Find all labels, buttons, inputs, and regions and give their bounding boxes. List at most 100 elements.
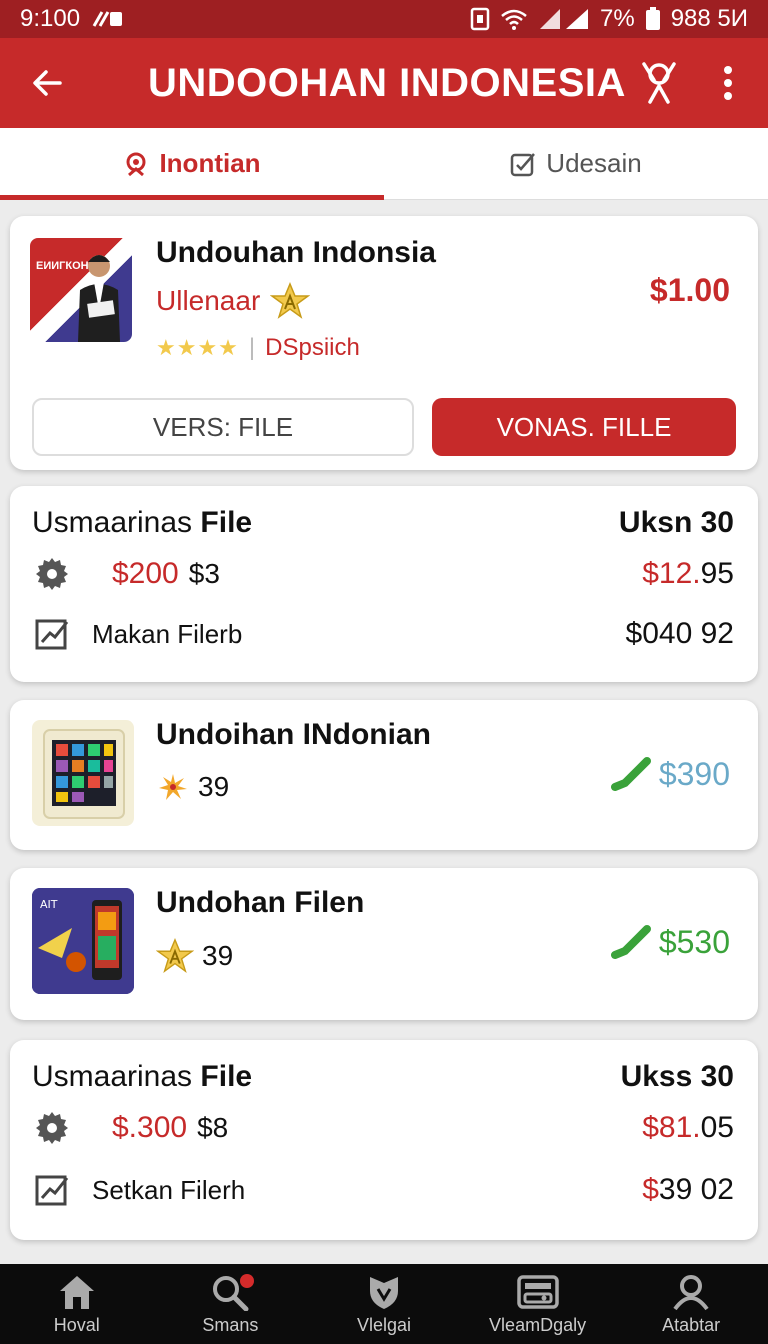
- summary-title-plain: Usmaarinas: [32, 1060, 193, 1093]
- app-price-value: $530: [658, 924, 730, 960]
- summary-row-file: Makan Filerb $040 92: [32, 614, 734, 654]
- star-badge-icon: [156, 938, 194, 973]
- nav-item-home[interactable]: Hoval: [0, 1264, 154, 1344]
- badge-icon: [126, 152, 146, 176]
- battery-percent: 7%: [600, 5, 635, 32]
- app-price-value: $390: [658, 756, 730, 792]
- check-icon: [610, 756, 651, 791]
- summary-amount-black: 05: [700, 1111, 734, 1144]
- featured-rating: ★★★★ | DSpsiich: [156, 334, 360, 362]
- notification-badge: [240, 1274, 255, 1288]
- summary-amount-red: $12.: [642, 557, 701, 590]
- check-icon: [610, 924, 651, 959]
- sim-icon: [470, 7, 490, 31]
- battery-icon: [645, 7, 660, 30]
- vonas-fille-button[interactable]: VONAS. FILLE: [432, 398, 736, 456]
- summary-red-price: $200: [112, 557, 179, 590]
- profile-icon: [673, 1274, 709, 1310]
- summary-count: Ukss 30: [620, 1060, 734, 1093]
- shield-icon: [369, 1276, 398, 1309]
- app-count-value: 39: [202, 940, 234, 971]
- summary-black-price: $8: [197, 1112, 229, 1143]
- tab-udesain[interactable]: Udesain: [384, 128, 768, 199]
- burst-icon: [159, 774, 187, 800]
- summary-file-amount-red: $: [642, 1173, 659, 1206]
- summary-row-file: Setkan Filerh $39 02: [32, 1170, 734, 1210]
- summary-row-price: $.300 $8 $81.05: [32, 1108, 734, 1148]
- app-bar: UNDOOHAN INDONESIA: [0, 38, 768, 128]
- summary-amount-black: 95: [700, 557, 734, 590]
- wallet-icon: [516, 1274, 559, 1309]
- app-count: 39: [156, 770, 229, 804]
- summary-amount-red: $81.: [642, 1111, 701, 1144]
- more-menu-button[interactable]: [688, 38, 768, 128]
- person-image: [78, 255, 120, 342]
- summary-card-1[interactable]: Usmaarinas File Uksn 30 $200 $3 $12.95 M…: [10, 486, 758, 682]
- phone-apps-thumbnail: [32, 720, 134, 826]
- rating-stars: ★★★★: [156, 335, 239, 360]
- summary-file-amount: $040 92: [625, 617, 734, 650]
- nav-shield-label: Vlelgai: [356, 1314, 411, 1335]
- nav-item-search[interactable]: Smans: [154, 1264, 308, 1344]
- app-title: Undoihan INdonian: [156, 718, 431, 751]
- chart-edit-icon: [32, 614, 72, 654]
- summary-file-label: Setkan Filerh: [92, 1174, 246, 1205]
- summary-file-amount: $39 02: [642, 1173, 734, 1207]
- summary-title-bold: File: [200, 1060, 253, 1093]
- summary-amount: $81.05: [642, 1111, 734, 1145]
- status-right-text: 988 5И: [670, 5, 748, 32]
- clock: 9:100: [20, 5, 81, 32]
- app-count: 39: [156, 938, 233, 974]
- bottom-navigation: Hoval Smans Vlelgai VleamDgaly Atabtar: [0, 1264, 768, 1344]
- summary-red-price: $.300: [112, 1111, 188, 1144]
- vers-file-button[interactable]: VERS: FILE: [32, 398, 414, 456]
- nav-item-wallet[interactable]: VleamDgaly: [461, 1264, 615, 1344]
- summary-count: Uksn 30: [618, 506, 734, 539]
- summary-file-label: Makan Filerb: [92, 618, 243, 649]
- featured-subtitle: Ullenaar: [156, 282, 311, 320]
- summary-amount: $12.95: [642, 557, 734, 591]
- summary-title: Usmaarinas File: [32, 506, 252, 540]
- summary-title-bold: File: [200, 506, 253, 539]
- trophy-icon: [642, 62, 676, 104]
- app-price: $530: [610, 924, 730, 961]
- tab-inontian-label: Inontian: [159, 148, 261, 178]
- app-card-1[interactable]: Undoihan INdonian 39 $390: [10, 700, 758, 850]
- nav-search-label: Smans: [202, 1314, 259, 1335]
- status-bar: 9:100 7% 988 5И: [0, 0, 768, 38]
- featured-subtitle-text: Ullenaar: [156, 285, 261, 316]
- summary-title-plain: Usmaarinas: [32, 506, 193, 539]
- featured-title: Undouhan Indonsia: [156, 236, 436, 269]
- divider: |: [248, 334, 256, 361]
- wifi-icon: [501, 9, 527, 30]
- tab-udesain-label: Udesain: [546, 148, 642, 178]
- summary-row-price: $200 $3 $12.95: [32, 554, 734, 594]
- signal-icon: [540, 9, 588, 29]
- tab-inontian[interactable]: Inontian: [0, 128, 384, 200]
- featured-detail: DSpsiich: [265, 334, 360, 361]
- phone-promo-thumbnail: AIT: [32, 888, 134, 994]
- gear-icon: [32, 1108, 72, 1148]
- star-badge-icon: [270, 282, 311, 319]
- nav-profile-label: Atabtar: [662, 1314, 721, 1335]
- notification-icon: [92, 11, 123, 27]
- nav-wallet-label: VleamDgaly: [489, 1314, 587, 1335]
- featured-card[interactable]: ЕИИГКОН Undouhan Indonsia Ullenaar ★★★★ …: [10, 216, 758, 470]
- page-title: UNDOOHAN INDONESIA: [96, 60, 688, 106]
- tab-bar: Inontian Udesain: [0, 128, 768, 200]
- nav-item-profile[interactable]: Atabtar: [614, 1264, 768, 1344]
- chart-edit-icon: [32, 1170, 72, 1210]
- page-title-text: UNDOOHAN INDONESIA: [148, 60, 626, 105]
- app-title: Undohan Filen: [156, 886, 365, 919]
- checkbox-icon: [511, 152, 536, 176]
- summary-title: Usmaarinas File: [32, 1060, 252, 1094]
- summary-card-2[interactable]: Usmaarinas File Ukss 30 $.300 $8 $81.05 …: [10, 1040, 758, 1240]
- summary-file-amount-black: 39 02: [658, 1173, 734, 1206]
- app-count-value: 39: [198, 771, 230, 802]
- svg-text:AIT: AIT: [40, 898, 58, 911]
- app-card-2[interactable]: AIT Undohan Filen 39 $530: [10, 868, 758, 1020]
- back-button[interactable]: [0, 38, 96, 128]
- nav-item-shield[interactable]: Vlelgai: [307, 1264, 461, 1344]
- more-vertical-icon: [724, 66, 732, 100]
- arrow-left-icon: [33, 70, 62, 96]
